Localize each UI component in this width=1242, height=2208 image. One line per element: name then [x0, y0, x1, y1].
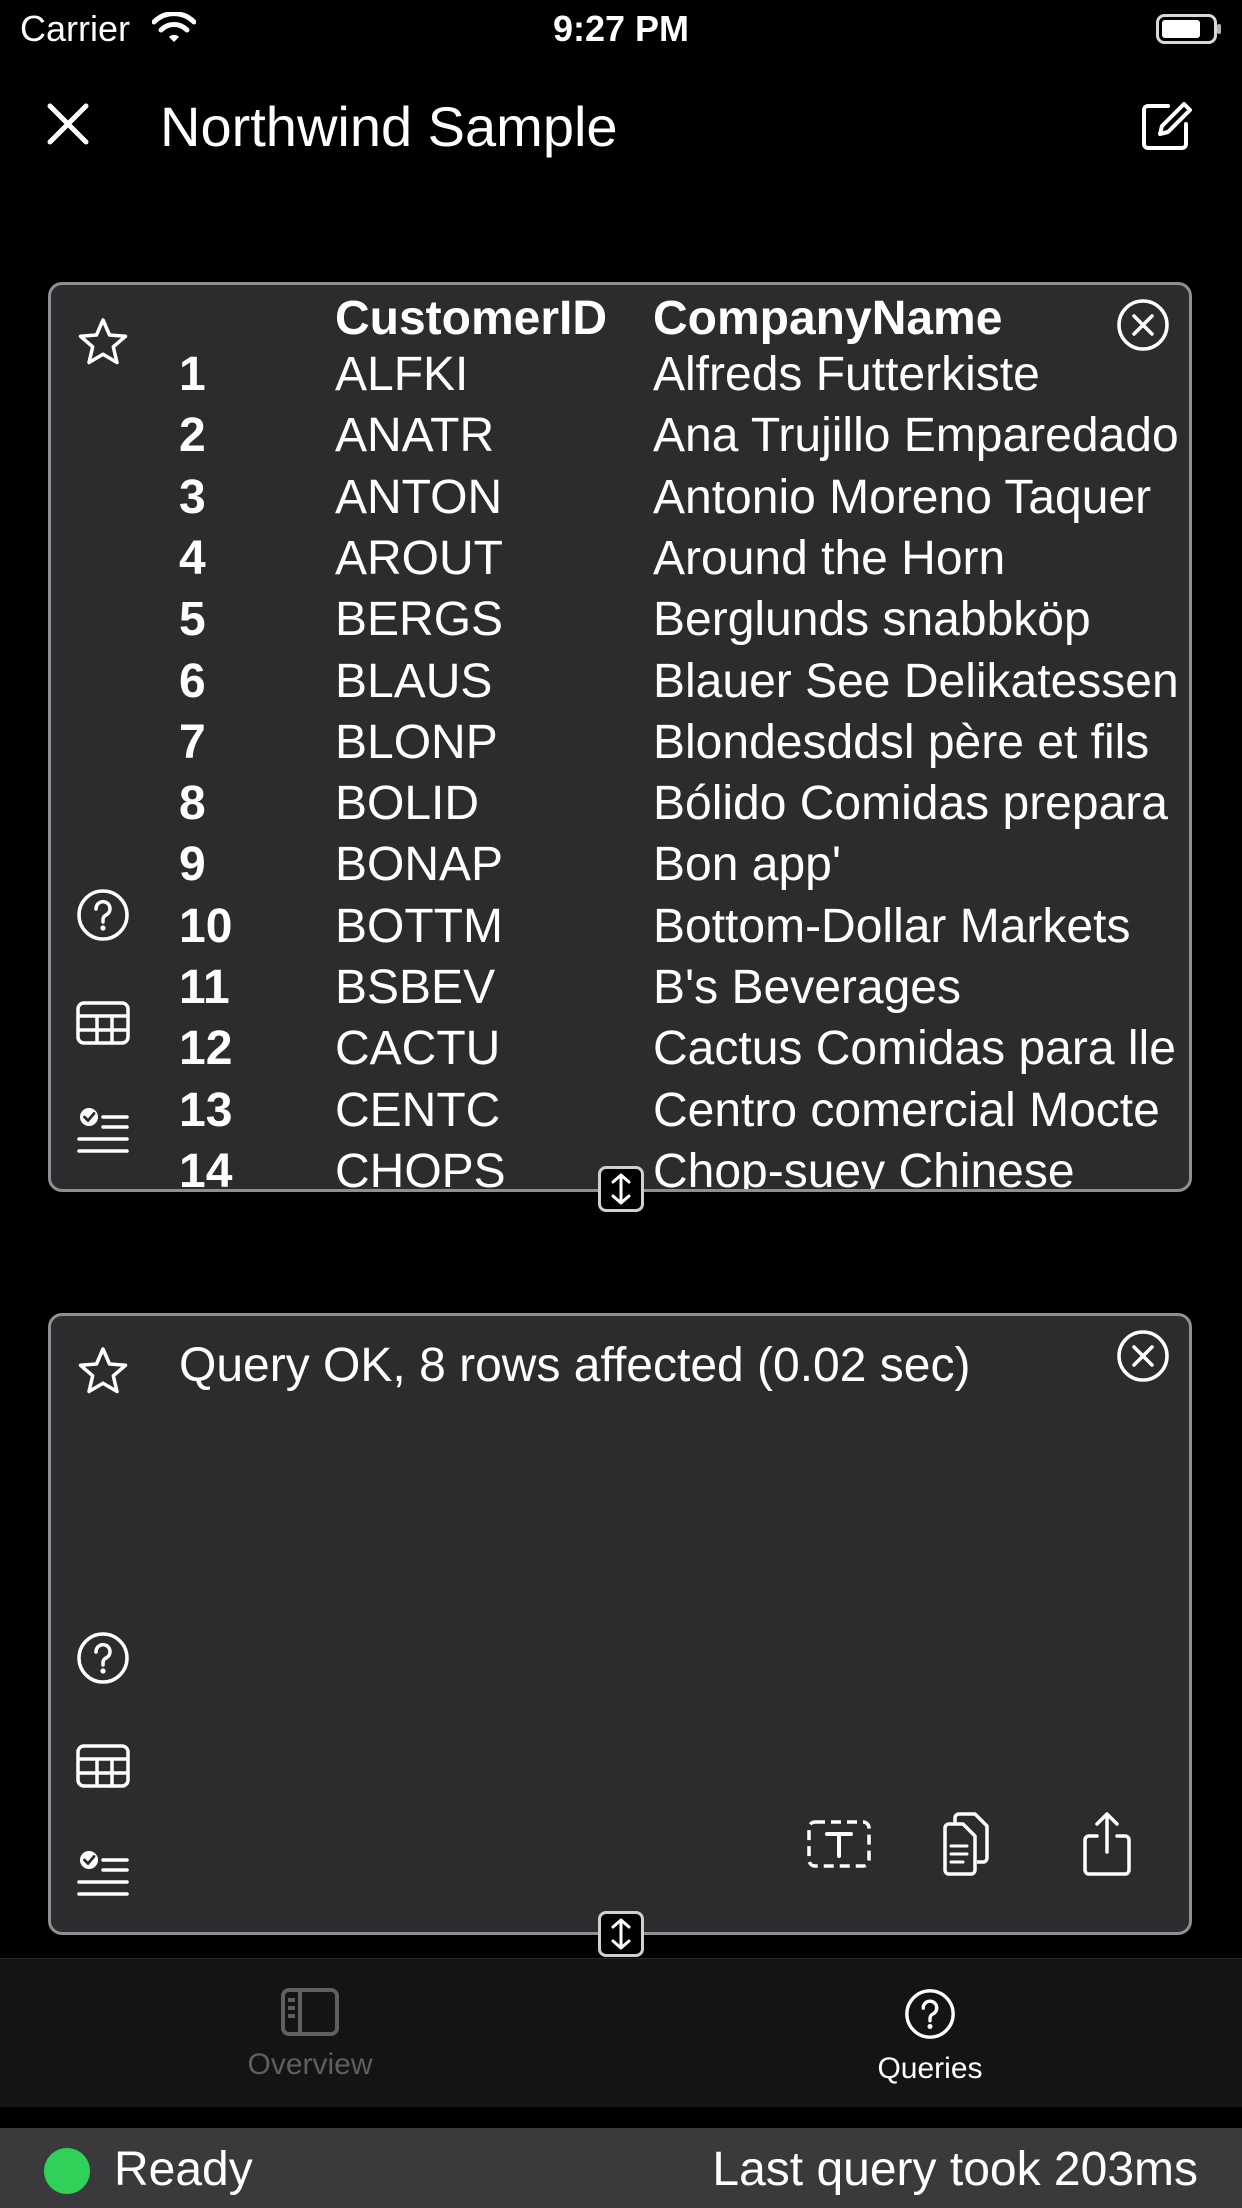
- customer-id-cell: BOTTM: [335, 899, 503, 953]
- tab-queries[interactable]: Queries: [780, 1987, 1080, 2086]
- row-number: 14: [179, 1144, 233, 1192]
- close-circle-icon[interactable]: [1115, 297, 1171, 353]
- customer-id-cell: BLAUS: [335, 654, 493, 708]
- resize-vertical-icon: [611, 1173, 631, 1205]
- query-message: Query OK, 8 rows affected (0.02 sec): [179, 1339, 971, 1392]
- status-text: Ready: [114, 2143, 253, 2196]
- battery-icon: [1156, 14, 1221, 44]
- customer-id-cell: ANATR: [335, 409, 495, 463]
- column-header-companyname[interactable]: CompanyName: [653, 291, 1002, 346]
- star-icon[interactable]: [75, 315, 131, 371]
- company-name-cell: Bon app': [653, 838, 841, 892]
- connection-status-bar: Ready Last query took 203ms: [0, 2128, 1242, 2208]
- row-number: 1: [179, 348, 206, 401]
- customer-id-cell: BSBEV: [335, 961, 496, 1014]
- last-query-time: Last query took 203ms: [712, 2143, 1198, 2196]
- customer-id-cell: BOLID: [335, 777, 480, 831]
- resize-vertical-icon: [611, 1918, 631, 1950]
- company-name-cell: Antonio Moreno Taquer: [653, 470, 1152, 524]
- status-indicator: [44, 2148, 90, 2194]
- close-circle-icon[interactable]: [1115, 1328, 1171, 1384]
- company-name-cell: Berglunds snabbköp: [653, 593, 1091, 647]
- compose-icon[interactable]: [1138, 98, 1194, 154]
- checklist-icon[interactable]: [75, 1105, 131, 1161]
- company-name-cell: Around the Horn: [653, 531, 1006, 585]
- row-number: 2: [179, 409, 206, 463]
- company-name-cell: Bólido Comidas prepara: [653, 777, 1168, 831]
- customer-id-cell: CHOPS: [335, 1144, 506, 1192]
- row-number: 11: [179, 961, 230, 1014]
- results-panel: CustomerID CompanyName 1 ALFKI Alfreds Fut…: [48, 282, 1192, 1192]
- text-format-icon[interactable]: [803, 1808, 875, 1880]
- customer-id-cell: ALFKI: [335, 348, 469, 401]
- row-number: 8: [179, 777, 206, 831]
- close-icon[interactable]: [44, 100, 92, 148]
- row-number: 3: [179, 470, 206, 524]
- row-number: 10: [179, 899, 233, 953]
- tab-label: Overview: [247, 2048, 373, 2081]
- row-number: 13: [179, 1083, 233, 1137]
- company-name-cell: Centro comercial Mocte: [653, 1083, 1160, 1137]
- customer-id-cell: CACTU: [335, 1022, 501, 1076]
- table-icon[interactable]: [75, 1738, 131, 1794]
- question-circle-icon: [905, 1989, 955, 2039]
- help-icon[interactable]: [75, 887, 131, 943]
- row-number: 7: [179, 715, 206, 769]
- company-name-cell: Cactus Comidas para lle: [653, 1022, 1176, 1076]
- row-number: 12: [179, 1022, 233, 1076]
- column-header-customerid[interactable]: CustomerID: [335, 291, 607, 346]
- customer-id-cell: CENTC: [335, 1083, 501, 1137]
- customer-id-cell: BERGS: [335, 593, 504, 647]
- tab-bar: Overview Queries: [0, 1958, 1242, 2107]
- clock: 9:27 PM: [552, 8, 690, 49]
- company-name-cell: Blauer See Delikatessen: [653, 654, 1179, 708]
- company-name-cell: Blondesddsl père et fils: [653, 715, 1150, 769]
- checklist-icon[interactable]: [75, 1848, 131, 1904]
- customer-id-cell: BONAP: [335, 838, 504, 892]
- page-title: Northwind Sample: [160, 95, 618, 158]
- resize-handle[interactable]: [598, 1166, 644, 1212]
- company-name-cell: B's Beverages: [653, 961, 961, 1014]
- star-icon[interactable]: [75, 1344, 131, 1400]
- resize-handle[interactable]: [598, 1911, 644, 1957]
- customer-id-cell: ANTON: [335, 470, 503, 524]
- status-bar: Carrier 9:27 PM: [0, 0, 1242, 60]
- query-result-panel: Query OK, 8 rows affected (0.02 sec): [48, 1313, 1192, 1935]
- company-name-cell: Ana Trujillo Emparedado: [653, 409, 1179, 463]
- row-number: 4: [179, 531, 206, 585]
- row-number: 5: [179, 593, 206, 647]
- customer-id-cell: BLONP: [335, 715, 498, 769]
- row-number: 6: [179, 654, 206, 708]
- customer-id-cell: AROUT: [335, 531, 503, 585]
- tab-overview[interactable]: Overview: [160, 1987, 460, 2082]
- company-name-cell: Bottom-Dollar Markets: [653, 899, 1131, 953]
- sidebar-icon: [281, 1988, 339, 2036]
- help-icon[interactable]: [75, 1630, 131, 1686]
- share-icon[interactable]: [1071, 1808, 1143, 1880]
- table-icon[interactable]: [75, 995, 131, 1051]
- company-name-cell: Alfreds Futterkiste: [653, 348, 1040, 401]
- copy-icon[interactable]: [931, 1808, 1003, 1880]
- company-name-cell: Chop-suey Chinese: [653, 1144, 1075, 1192]
- row-number: 9: [179, 838, 206, 892]
- tab-label: Queries: [877, 2052, 983, 2085]
